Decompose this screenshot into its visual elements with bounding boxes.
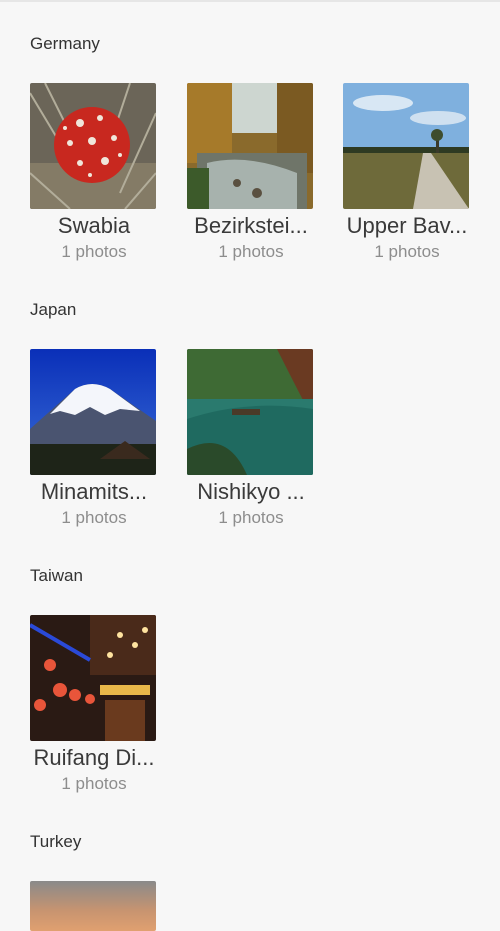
- album-card-turkey-partial[interactable]: [30, 881, 158, 931]
- album-thumbnail-sunset[interactable]: [30, 881, 156, 931]
- top-divider: [0, 0, 500, 2]
- album-photo-count: 1 photos: [61, 242, 127, 261]
- album-thumbnail-night-market[interactable]: [30, 615, 156, 741]
- album-thumbnail-mushroom[interactable]: [30, 83, 156, 209]
- album-card-swabia[interactable]: Swabia 1 photos: [30, 83, 158, 262]
- album-card-bezirkstei[interactable]: Bezirkstei... 1 photos: [187, 83, 315, 262]
- album-photo-count: 1 photos: [61, 508, 127, 527]
- album-thumbnail-mount-fuji[interactable]: [30, 349, 156, 475]
- album-name: Swabia: [57, 213, 131, 238]
- section-title-japan: Japan: [30, 300, 77, 319]
- album-card-upper-bavaria[interactable]: Upper Bav... 1 photos: [343, 83, 471, 262]
- album-name: Upper Bav...: [346, 213, 468, 238]
- album-photo-count: 1 photos: [218, 508, 284, 527]
- album-name: Ruifang Di...: [33, 745, 155, 770]
- album-name: Nishikyo ...: [197, 479, 305, 504]
- section-title-germany: Germany: [30, 34, 100, 53]
- album-photo-count: 1 photos: [374, 242, 440, 261]
- album-card-ruifang[interactable]: Ruifang Di... 1 photos: [30, 615, 158, 794]
- album-photo-count: 1 photos: [218, 242, 284, 261]
- album-photo-count: 1 photos: [61, 774, 127, 793]
- album-thumbnail-river-gorge[interactable]: [187, 349, 313, 475]
- album-card-minamitsuru[interactable]: Minamits... 1 photos: [30, 349, 158, 528]
- album-name: Minamits...: [40, 479, 148, 504]
- album-card-nishikyo[interactable]: Nishikyo ... 1 photos: [187, 349, 315, 528]
- album-name: Bezirkstei...: [194, 213, 308, 238]
- album-thumbnail-country-road[interactable]: [343, 83, 469, 209]
- section-title-turkey: Turkey: [30, 832, 82, 851]
- section-title-taiwan: Taiwan: [30, 566, 83, 585]
- album-thumbnail-forest-stream[interactable]: [187, 83, 313, 209]
